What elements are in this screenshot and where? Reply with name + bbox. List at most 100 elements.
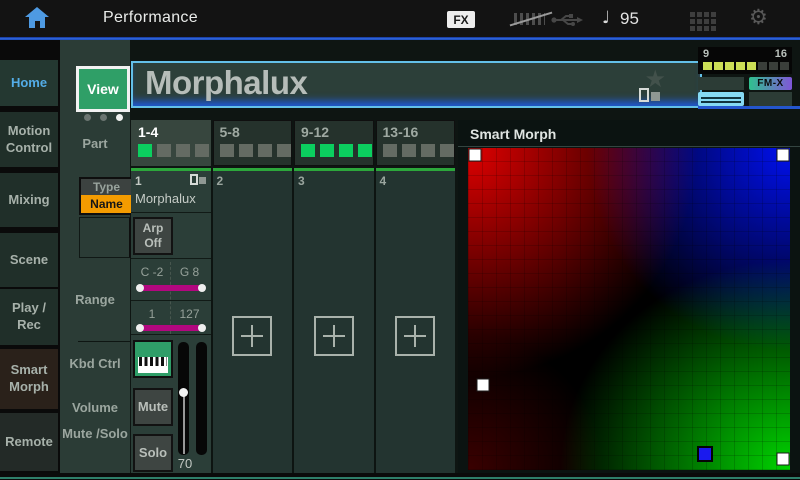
meter-cell bbox=[769, 62, 778, 70]
section-divider bbox=[131, 212, 211, 213]
performance-name-field[interactable]: Morphalux ★ bbox=[131, 61, 702, 108]
view-button[interactable]: View bbox=[76, 66, 130, 112]
bottom-edge-bar bbox=[0, 473, 800, 480]
part-active-indicator bbox=[358, 144, 372, 157]
part-active-indicator bbox=[220, 144, 234, 157]
performance-home-screen: Performance FX ♩ 95 ⚙ Home Motion Contro… bbox=[0, 0, 800, 480]
smart-morph-map[interactable] bbox=[468, 148, 790, 470]
part-group-label: 9-12 bbox=[301, 124, 373, 140]
page-dot bbox=[100, 114, 107, 121]
velocity-limit-low[interactable]: 1 bbox=[134, 307, 170, 321]
part-active-indicator bbox=[421, 144, 435, 157]
level-meter bbox=[196, 342, 207, 455]
tempo-value[interactable]: 95 bbox=[620, 9, 639, 29]
sidebar-tab-motion-control[interactable]: Motion Control bbox=[0, 112, 58, 167]
add-part-button[interactable] bbox=[395, 316, 435, 356]
quick-setup-grid-icon[interactable] bbox=[690, 12, 695, 17]
part-active-indicator bbox=[320, 144, 334, 157]
meter-range-end: 16 bbox=[775, 48, 787, 60]
note-limit-low[interactable]: C -2 bbox=[134, 265, 170, 279]
part-active-indicator bbox=[339, 144, 353, 157]
mini-display-cell bbox=[698, 77, 744, 90]
part-active-indicator bbox=[176, 144, 190, 157]
part-name[interactable]: Morphalux bbox=[135, 191, 196, 206]
part-active-indicator bbox=[239, 144, 253, 157]
morph-marker-white[interactable] bbox=[477, 378, 490, 391]
morph-marker-white[interactable] bbox=[776, 149, 789, 162]
sidebar-tab-smart-morph[interactable]: Smart Morph bbox=[0, 349, 58, 409]
meter-cell bbox=[758, 62, 767, 70]
part-group-label: 13-16 bbox=[383, 124, 455, 140]
home-icon[interactable] bbox=[24, 7, 50, 30]
part-group-tabs: 1-4 5-8 9-12 13-16 bbox=[131, 120, 455, 166]
smart-morph-panel: Smart Morph bbox=[458, 120, 800, 473]
page-dot bbox=[116, 114, 123, 121]
flag-outline bbox=[639, 88, 649, 102]
home-icon-door bbox=[35, 21, 40, 28]
mute-button[interactable]: Mute bbox=[133, 388, 173, 426]
kbd-ctrl-button[interactable] bbox=[133, 340, 173, 378]
label-range: Range bbox=[60, 290, 130, 310]
type-name-toggle[interactable]: Type Name bbox=[79, 177, 134, 215]
part-group-tab-13-16[interactable]: 13-16 bbox=[376, 120, 456, 166]
morph-marker-white[interactable] bbox=[776, 452, 789, 465]
note-limit-high[interactable]: G 8 bbox=[172, 265, 208, 279]
label-mute-solo: Mute /Solo bbox=[60, 424, 130, 444]
part-active-indicator bbox=[157, 144, 171, 157]
part-active-indicator bbox=[277, 144, 291, 157]
part-group-slots bbox=[220, 144, 292, 157]
part-active-indicator bbox=[195, 144, 209, 157]
utility-gear-icon[interactable]: ⚙ bbox=[749, 5, 768, 29]
part-active-indicator bbox=[440, 144, 454, 157]
part-group-tab-9-12[interactable]: 9-12 bbox=[294, 120, 374, 166]
velocity-limit-high[interactable]: 127 bbox=[172, 307, 208, 321]
sidebar-tab-scene[interactable]: Scene bbox=[0, 233, 58, 287]
smart-morph-title: Smart Morph bbox=[470, 126, 556, 142]
sidebar-tab-play-rec[interactable]: Play / Rec bbox=[0, 289, 58, 345]
note-range-bar[interactable] bbox=[138, 285, 204, 291]
part-group-tab-1-4[interactable]: 1-4 bbox=[131, 120, 211, 166]
part-number: 3 bbox=[298, 174, 305, 188]
morph-marker-white[interactable] bbox=[469, 149, 482, 162]
label-part: Part bbox=[60, 134, 130, 154]
mini-display-cell bbox=[749, 92, 792, 106]
zones-view-icon bbox=[698, 92, 744, 106]
part-active-indicator bbox=[301, 144, 315, 157]
meter-cell bbox=[725, 62, 734, 70]
usb-icon bbox=[551, 12, 583, 28]
velocity-range-bar[interactable] bbox=[138, 325, 204, 331]
panel-rule bbox=[458, 146, 800, 147]
add-part-button[interactable] bbox=[232, 316, 272, 356]
part-active-indicator bbox=[383, 144, 397, 157]
part-column-1[interactable]: 1 Morphalux Arp Off C -2 G 8 1 127 bbox=[131, 168, 211, 473]
top-status-bar: Performance FX ♩ 95 ⚙ bbox=[0, 0, 800, 37]
flag-fill bbox=[199, 177, 206, 184]
meter-cells bbox=[703, 62, 789, 70]
name-toggle-option[interactable]: Name bbox=[81, 195, 132, 213]
solo-button[interactable]: Solo bbox=[133, 434, 173, 472]
flag-fill bbox=[651, 92, 660, 101]
sidebar-tab-mixing[interactable]: Mixing bbox=[0, 173, 58, 227]
page-dot bbox=[84, 114, 91, 121]
meter-cell bbox=[714, 62, 723, 70]
meter-cell bbox=[736, 62, 745, 70]
morph-marker-blue[interactable] bbox=[697, 446, 713, 462]
arp-on-off-button[interactable]: Arp Off bbox=[133, 217, 173, 255]
part-group-tab-5-8[interactable]: 5-8 bbox=[213, 120, 293, 166]
fx-indicator[interactable]: FX bbox=[447, 11, 475, 28]
local-control-off-icon bbox=[512, 11, 548, 27]
meter-cell bbox=[780, 62, 789, 70]
page-dots bbox=[84, 114, 123, 121]
add-part-button[interactable] bbox=[314, 316, 354, 356]
part-columns: 1 Morphalux Arp Off C -2 G 8 1 127 bbox=[131, 168, 455, 473]
part-group-label: 1-4 bbox=[138, 124, 210, 140]
part-active-indicator bbox=[258, 144, 272, 157]
bank-flag-icon bbox=[639, 88, 660, 102]
type-toggle-option[interactable]: Type bbox=[81, 179, 132, 195]
mini-display-accent-line bbox=[698, 106, 800, 109]
label-kbd-ctrl: Kbd Ctrl bbox=[60, 354, 130, 374]
sidebar-tab-remote[interactable]: Remote bbox=[0, 413, 58, 471]
tempo-note-icon: ♩ bbox=[602, 8, 610, 28]
sidebar-tab-home[interactable]: Home bbox=[0, 60, 58, 106]
volume-slider-thumb[interactable] bbox=[179, 388, 188, 397]
